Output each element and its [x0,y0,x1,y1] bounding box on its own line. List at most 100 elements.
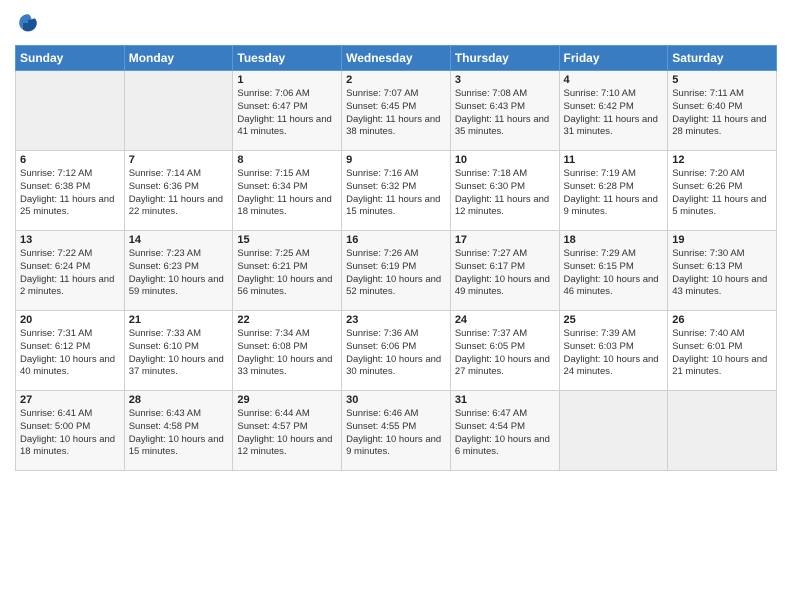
day-header-tuesday: Tuesday [233,46,342,71]
day-content: Sunrise: 7:18 AM Sunset: 6:30 PM Dayligh… [455,168,555,219]
calendar-cell [668,391,777,471]
calendar-cell: 26 Sunrise: 7:40 AM Sunset: 6:01 PM Dayli… [668,311,777,391]
day-number: 18 [564,234,664,246]
day-number: 12 [672,154,772,166]
calendar-cell: 14Sunrise: 7:23 AM Sunset: 6:23 PM Dayli… [124,231,233,311]
calendar-cell: 9Sunrise: 7:16 AM Sunset: 6:32 PM Daylig… [342,151,451,231]
logo [15,14,39,39]
calendar-cell: 22 Sunrise: 7:34 AM Sunset: 6:08 PM Dayli… [233,311,342,391]
calendar-cell: 15 Sunrise: 7:25 AM Sunset: 6:21 PM Dayli… [233,231,342,311]
calendar-cell: 27 Sunrise: 6:41 AM Sunset: 5:00 PM Dayli… [16,391,125,471]
day-content: Sunrise: 7:36 AM Sunset: 6:06 PM Dayligh… [346,328,446,379]
calendar-cell: 19 Sunrise: 7:30 AM Sunset: 6:13 PM Dayli… [668,231,777,311]
week-row-0: 1 Sunrise: 7:06 AM Sunset: 6:47 PM Daylig… [16,71,777,151]
day-number: 7 [129,154,229,166]
day-content: Sunrise: 7:37 AM Sunset: 6:05 PM Dayligh… [455,328,555,379]
calendar-cell: 12 Sunrise: 7:20 AM Sunset: 6:26 PM Dayli… [668,151,777,231]
day-number: 30 [346,394,446,406]
day-header-saturday: Saturday [668,46,777,71]
day-number: 24 [455,314,555,326]
calendar-table: SundayMondayTuesdayWednesdayThursdayFrid… [15,45,777,471]
calendar-cell [124,71,233,151]
calendar-cell [559,391,668,471]
day-number: 11 [564,154,664,166]
day-number: 15 [237,234,337,246]
calendar-cell: 21 Sunrise: 7:33 AM Sunset: 6:10 PM Dayli… [124,311,233,391]
calendar-cell: 8Sunrise: 7:15 AM Sunset: 6:34 PM Daylig… [233,151,342,231]
day-content: Sunrise: 7:20 AM Sunset: 6:26 PM Dayligh… [672,168,772,219]
day-content: Sunrise: 7:14 AM Sunset: 6:36 PM Dayligh… [129,168,229,219]
day-number: 5 [672,74,772,86]
calendar-cell: 23 Sunrise: 7:36 AM Sunset: 6:06 PM Dayli… [342,311,451,391]
header-row: SundayMondayTuesdayWednesdayThursdayFrid… [16,46,777,71]
calendar-cell: 1 Sunrise: 7:06 AM Sunset: 6:47 PM Daylig… [233,71,342,151]
calendar-cell: 4 Sunrise: 7:10 AM Sunset: 6:42 PM Daylig… [559,71,668,151]
day-content: Sunrise: 6:41 AM Sunset: 5:00 PM Dayligh… [20,408,120,459]
day-content: Sunrise: 7:39 AM Sunset: 6:03 PM Dayligh… [564,328,664,379]
day-content: Sunrise: 6:44 AM Sunset: 4:57 PM Dayligh… [237,408,337,459]
day-content: Sunrise: 7:40 AM Sunset: 6:01 PM Dayligh… [672,328,772,379]
day-header-wednesday: Wednesday [342,46,451,71]
day-number: 1 [237,74,337,86]
day-number: 13 [20,234,120,246]
header [15,10,777,39]
day-content: Sunrise: 7:33 AM Sunset: 6:10 PM Dayligh… [129,328,229,379]
day-content: Sunrise: 7:23 AM Sunset: 6:23 PM Dayligh… [129,248,229,299]
day-content: Sunrise: 7:26 AM Sunset: 6:19 PM Dayligh… [346,248,446,299]
day-number: 19 [672,234,772,246]
day-number: 28 [129,394,229,406]
calendar-cell: 13 Sunrise: 7:22 AM Sunset: 6:24 PM Dayli… [16,231,125,311]
calendar-cell [16,71,125,151]
day-content: Sunrise: 7:06 AM Sunset: 6:47 PM Dayligh… [237,88,337,139]
calendar-cell: 11 Sunrise: 7:19 AM Sunset: 6:28 PM Dayli… [559,151,668,231]
calendar-cell: 6Sunrise: 7:12 AM Sunset: 6:38 PM Daylig… [16,151,125,231]
day-content: Sunrise: 7:34 AM Sunset: 6:08 PM Dayligh… [237,328,337,379]
day-content: Sunrise: 6:43 AM Sunset: 4:58 PM Dayligh… [129,408,229,459]
calendar-cell: 17 Sunrise: 7:27 AM Sunset: 6:17 PM Dayli… [450,231,559,311]
day-content: Sunrise: 7:29 AM Sunset: 6:15 PM Dayligh… [564,248,664,299]
day-number: 23 [346,314,446,326]
day-content: Sunrise: 7:25 AM Sunset: 6:21 PM Dayligh… [237,248,337,299]
day-number: 21 [129,314,229,326]
week-row-3: 20 Sunrise: 7:31 AM Sunset: 6:12 PM Dayli… [16,311,777,391]
day-number: 22 [237,314,337,326]
day-content: Sunrise: 7:19 AM Sunset: 6:28 PM Dayligh… [564,168,664,219]
day-number: 17 [455,234,555,246]
calendar-cell: 2Sunrise: 7:07 AM Sunset: 6:45 PM Daylig… [342,71,451,151]
calendar-cell: 16 Sunrise: 7:26 AM Sunset: 6:19 PM Dayli… [342,231,451,311]
logo-icon [17,12,39,34]
day-header-monday: Monday [124,46,233,71]
day-content: Sunrise: 7:10 AM Sunset: 6:42 PM Dayligh… [564,88,664,139]
day-content: Sunrise: 7:30 AM Sunset: 6:13 PM Dayligh… [672,248,772,299]
day-number: 26 [672,314,772,326]
calendar-cell: 3 Sunrise: 7:08 AM Sunset: 6:43 PM Daylig… [450,71,559,151]
week-row-1: 6Sunrise: 7:12 AM Sunset: 6:38 PM Daylig… [16,151,777,231]
calendar-cell: 25Sunrise: 7:39 AM Sunset: 6:03 PM Dayli… [559,311,668,391]
calendar-cell: 31 Sunrise: 6:47 AM Sunset: 4:54 PM Dayli… [450,391,559,471]
day-content: Sunrise: 7:31 AM Sunset: 6:12 PM Dayligh… [20,328,120,379]
day-content: Sunrise: 6:47 AM Sunset: 4:54 PM Dayligh… [455,408,555,459]
day-number: 16 [346,234,446,246]
day-content: Sunrise: 7:22 AM Sunset: 6:24 PM Dayligh… [20,248,120,299]
calendar-cell: 7 Sunrise: 7:14 AM Sunset: 6:36 PM Daylig… [124,151,233,231]
week-row-2: 13 Sunrise: 7:22 AM Sunset: 6:24 PM Dayli… [16,231,777,311]
day-number: 20 [20,314,120,326]
day-content: Sunrise: 7:12 AM Sunset: 6:38 PM Dayligh… [20,168,120,219]
day-header-thursday: Thursday [450,46,559,71]
day-number: 2 [346,74,446,86]
day-content: Sunrise: 7:11 AM Sunset: 6:40 PM Dayligh… [672,88,772,139]
week-row-4: 27 Sunrise: 6:41 AM Sunset: 5:00 PM Dayli… [16,391,777,471]
calendar-cell: 29Sunrise: 6:44 AM Sunset: 4:57 PM Dayli… [233,391,342,471]
day-content: Sunrise: 7:08 AM Sunset: 6:43 PM Dayligh… [455,88,555,139]
day-number: 3 [455,74,555,86]
calendar-cell: 10 Sunrise: 7:18 AM Sunset: 6:30 PM Dayli… [450,151,559,231]
calendar-cell: 5 Sunrise: 7:11 AM Sunset: 6:40 PM Daylig… [668,71,777,151]
day-number: 31 [455,394,555,406]
day-number: 27 [20,394,120,406]
day-content: Sunrise: 6:46 AM Sunset: 4:55 PM Dayligh… [346,408,446,459]
day-number: 10 [455,154,555,166]
day-content: Sunrise: 7:27 AM Sunset: 6:17 PM Dayligh… [455,248,555,299]
day-number: 4 [564,74,664,86]
day-number: 9 [346,154,446,166]
day-number: 8 [237,154,337,166]
